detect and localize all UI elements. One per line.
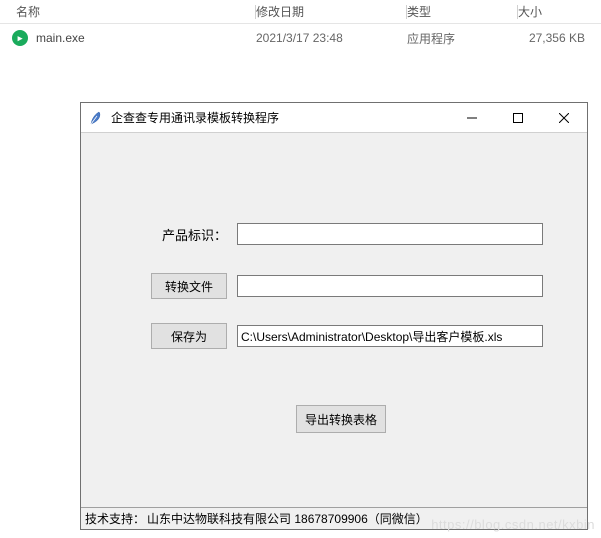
footer-label: 技术支持： [85,510,145,527]
titlebar[interactable]: 企查查专用通讯录模板转换程序 [81,103,587,133]
product-id-input[interactable] [237,223,543,245]
exe-icon: ▸ [12,30,28,46]
file-row[interactable]: ▸ main.exe 2021/3/17 23:48 应用程序 27,356 K… [0,24,601,52]
column-header-date[interactable]: 修改日期 [256,3,406,20]
column-header-type[interactable]: 类型 [407,3,517,20]
file-date: 2021/3/17 23:48 [256,31,406,45]
feather-icon [89,110,105,126]
product-id-label: 产品标识： [151,225,227,244]
convert-file-input[interactable] [237,275,543,297]
window-body: 产品标识： 转换文件 保存为 导出转换表格 [81,133,587,507]
footer-text: 山东中达物联科技有限公司 18678709906（同微信） [147,510,428,527]
close-button[interactable] [541,103,587,132]
export-button[interactable]: 导出转换表格 [296,405,386,433]
save-as-button[interactable]: 保存为 [151,323,227,349]
file-size: 27,356 KB [518,31,601,45]
file-name: main.exe [36,31,85,45]
app-window: 企查查专用通讯录模板转换程序 产品标识： 转换文件 保存为 导出转换表格 [80,102,588,530]
column-header-size[interactable]: 大小 [518,3,601,20]
column-header-name[interactable]: 名称 [0,3,255,20]
save-as-input[interactable] [237,325,543,347]
minimize-button[interactable] [449,103,495,132]
file-type: 应用程序 [407,30,517,47]
status-bar: 技术支持： 山东中达物联科技有限公司 18678709906（同微信） [81,507,587,529]
window-title: 企查查专用通讯录模板转换程序 [111,109,449,126]
maximize-button[interactable] [495,103,541,132]
explorer-header: 名称 修改日期 类型 大小 [0,0,601,24]
convert-file-button[interactable]: 转换文件 [151,273,227,299]
